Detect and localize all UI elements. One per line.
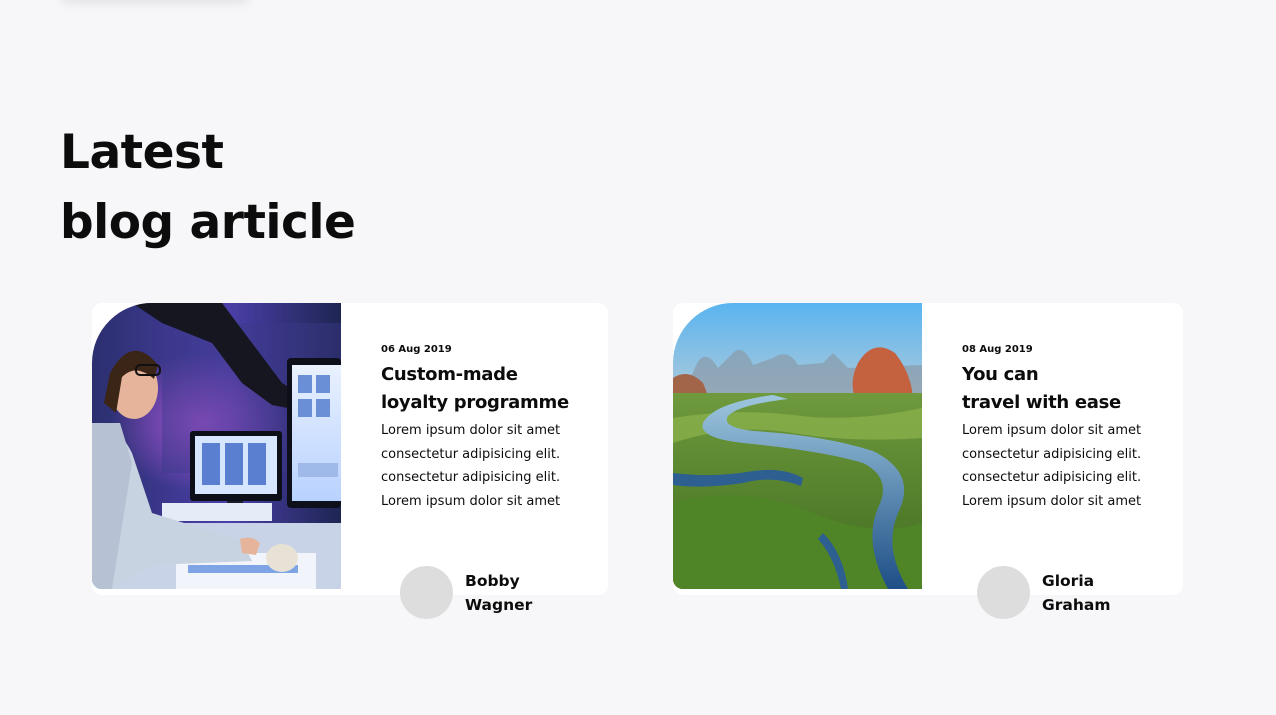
article-excerpt: Lorem ipsum dolor sit amet consectetur a… (381, 419, 581, 514)
article-title-line2: travel with ease (962, 392, 1121, 413)
avatar[interactable] (400, 566, 453, 619)
section-title-line2: blog article (60, 195, 356, 250)
blog-card[interactable]: 06 Aug 2019 Custom-made loyalty programm… (92, 303, 608, 619)
article-title[interactable]: You can travel with ease (962, 361, 1162, 417)
author-first-name: Gloria (1042, 571, 1095, 590)
author-last-name: Wagner (465, 595, 533, 614)
excerpt-line: consectetur adipisicing elit. (381, 470, 561, 486)
author-name: Bobby Wagner (465, 569, 532, 617)
river-landscape-photo (673, 303, 922, 589)
author-name: Gloria Graham (1042, 569, 1110, 617)
blog-card-content: 08 Aug 2019 You can travel with ease Lor… (962, 343, 1162, 514)
article-title-line1: Custom-made (381, 364, 518, 385)
article-title-line1: You can (962, 364, 1039, 385)
article-title[interactable]: Custom-made loyalty programme (381, 361, 581, 417)
designer-at-computer-photo (92, 303, 341, 589)
blog-card-content: 06 Aug 2019 Custom-made loyalty programm… (381, 343, 581, 514)
author-last-name: Graham (1042, 595, 1111, 614)
section-title: Latest blog article (60, 118, 356, 258)
article-author[interactable]: Gloria Graham (977, 566, 1110, 619)
blog-card[interactable]: 08 Aug 2019 You can travel with ease Lor… (673, 303, 1183, 619)
author-first-name: Bobby (465, 571, 520, 590)
avatar[interactable] (977, 566, 1030, 619)
section-title-line1: Latest (60, 125, 224, 180)
blog-card-image[interactable] (92, 303, 341, 589)
article-date: 06 Aug 2019 (381, 344, 452, 355)
excerpt-line: Lorem ipsum dolor sit amet (381, 423, 561, 438)
blog-card-image[interactable] (673, 303, 922, 589)
article-date: 08 Aug 2019 (962, 344, 1033, 355)
excerpt-line: consectetur adipisicing elit. (962, 470, 1142, 486)
excerpt-line: Lorem ipsum dolor sit amet (381, 494, 561, 510)
excerpt-line: consectetur adipisicing elit. (381, 446, 561, 462)
article-title-line2: loyalty programme (381, 392, 569, 413)
article-excerpt: Lorem ipsum dolor sit amet consectetur a… (962, 419, 1162, 514)
excerpt-line: consectetur adipisicing elit. (962, 446, 1142, 462)
article-author[interactable]: Bobby Wagner (400, 566, 532, 619)
excerpt-line: Lorem ipsum dolor sit amet (962, 494, 1142, 510)
excerpt-line: Lorem ipsum dolor sit amet (962, 423, 1142, 438)
